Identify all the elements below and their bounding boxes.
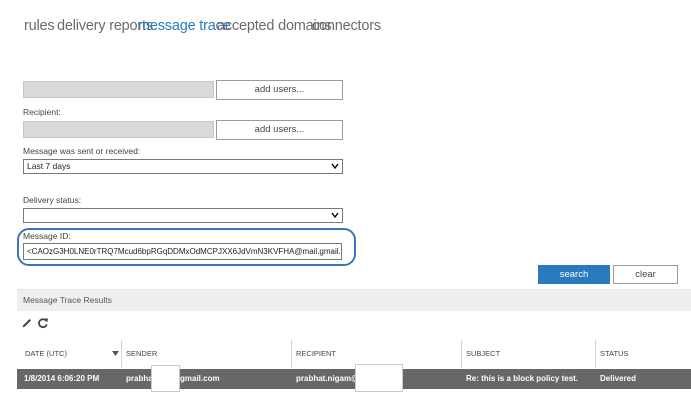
message-id-label: Message ID: xyxy=(23,231,71,241)
period-label: Message was sent or received: xyxy=(23,146,141,156)
period-select-value: Last 7 days xyxy=(27,161,71,171)
redaction-box xyxy=(151,365,180,392)
tab-rules[interactable]: rules xyxy=(24,18,55,34)
row-recipient-prefix: prabhat.nigam@ xyxy=(296,374,359,383)
recipient-label: Recipient: xyxy=(23,107,61,117)
column-header-date[interactable]: DATE (UTC) xyxy=(20,340,120,368)
redaction-box xyxy=(355,364,403,392)
tab-connectors[interactable]: connectors xyxy=(312,18,381,34)
results-header: Message Trace Results xyxy=(17,289,691,311)
row-sender-suffix: gmail.com xyxy=(180,374,220,383)
period-select[interactable]: Last 7 days xyxy=(23,159,343,174)
search-button[interactable]: search xyxy=(538,265,610,284)
row-date: 1/8/2014 6:06:20 PM xyxy=(24,374,100,383)
pencil-icon[interactable] xyxy=(21,317,33,329)
chevron-down-icon xyxy=(331,163,339,170)
message-id-input[interactable]: <CAOzG3H0LNE0rTRQ7Mcud6bpRGqDDMxOdMCPJXX… xyxy=(23,243,342,260)
recipient-field[interactable] xyxy=(23,121,214,138)
sender-add-users-button[interactable]: add users... xyxy=(216,80,343,100)
row-subject: Re: this is a block policy test. xyxy=(466,374,579,383)
delivery-status-label: Delivery status: xyxy=(23,195,82,205)
sort-descending-icon[interactable] xyxy=(112,351,119,357)
results-title: Message Trace Results xyxy=(23,295,112,305)
chevron-down-icon xyxy=(331,212,339,219)
row-sender-prefix: prabha xyxy=(126,374,153,383)
column-header-date-label: DATE (UTC) xyxy=(25,349,67,358)
refresh-icon[interactable] xyxy=(37,317,49,329)
column-header-subject[interactable]: SUBJECT xyxy=(461,340,595,368)
clear-button[interactable]: clear xyxy=(613,265,678,284)
row-status: Delivered xyxy=(600,374,637,383)
recipient-add-users-button[interactable]: add users... xyxy=(216,120,343,140)
column-header-status[interactable]: STATUS xyxy=(595,340,691,368)
delivery-status-select[interactable] xyxy=(23,208,343,223)
sender-field[interactable] xyxy=(23,81,214,98)
column-header-sender[interactable]: SENDER xyxy=(121,340,291,368)
